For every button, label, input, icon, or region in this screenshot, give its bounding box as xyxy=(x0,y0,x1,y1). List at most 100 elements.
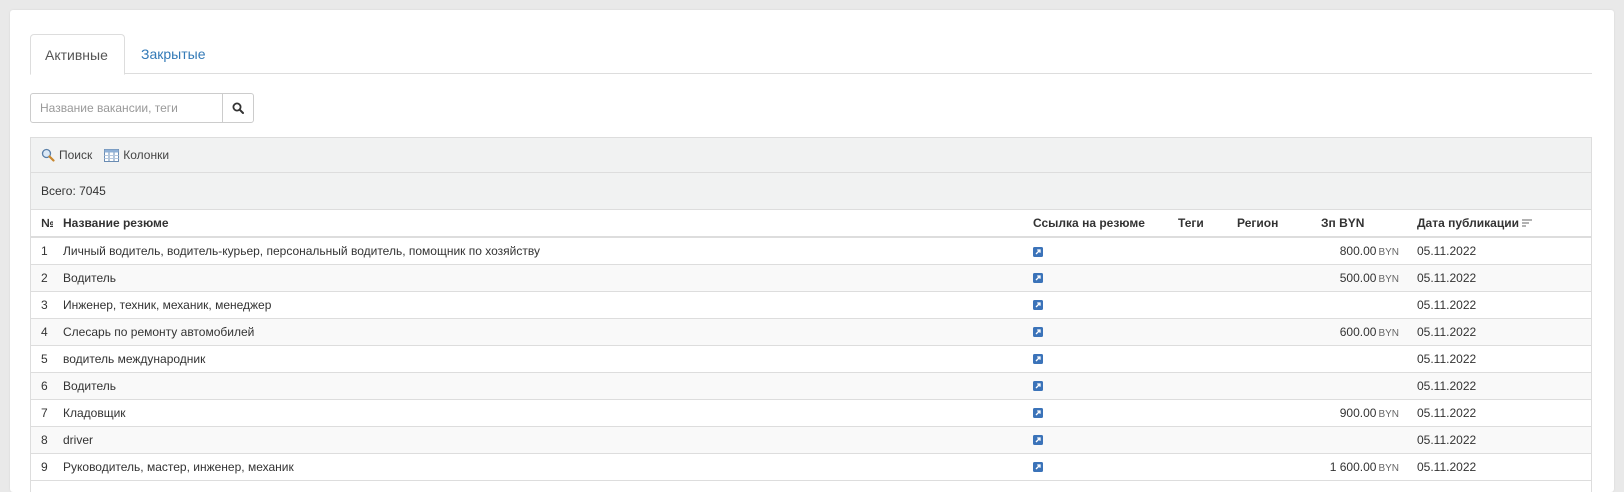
toolbar-columns-label: Колонки xyxy=(123,148,170,162)
tabs-bar: Активные Закрытые xyxy=(30,34,1592,75)
row-region xyxy=(1227,372,1311,400)
row-region xyxy=(1227,264,1311,292)
row-link-cell xyxy=(1023,426,1168,454)
external-link-icon[interactable] xyxy=(1033,273,1043,284)
row-title: driver xyxy=(53,426,1023,454)
row-currency: BYN xyxy=(1378,408,1399,420)
row-salary: 600.00 BYN xyxy=(1311,318,1407,346)
row-tags xyxy=(1168,264,1227,292)
table-row[interactable]: 6 Водитель 05.11.2022 xyxy=(31,372,1591,400)
row-tags xyxy=(1168,345,1227,373)
row-num: 8 xyxy=(31,426,53,454)
row-date: 05.11.2022 xyxy=(1407,426,1591,454)
external-link-icon[interactable] xyxy=(1033,381,1043,392)
row-salary: 1 600.00 BYN xyxy=(1311,453,1407,481)
row-link-cell xyxy=(1023,264,1168,292)
tab-closed[interactable]: Закрытые xyxy=(127,34,219,75)
col-header-num[interactable]: № xyxy=(31,210,53,238)
row-currency: BYN xyxy=(1378,246,1399,258)
table-header-row: № Название резюме Ссылка на резюме Теги … xyxy=(31,210,1591,238)
row-link-cell xyxy=(1023,372,1168,400)
external-link-icon[interactable] xyxy=(1033,327,1043,338)
sort-desc-icon[interactable] xyxy=(1521,219,1532,228)
row-num: 1 xyxy=(31,237,53,265)
row-title: Инженер, техник, механик, менеджер xyxy=(53,291,1023,319)
col-header-salary[interactable]: Зп BYN xyxy=(1311,210,1407,238)
row-currency: BYN xyxy=(1378,462,1399,474)
row-link-cell xyxy=(1023,237,1168,265)
columns-icon xyxy=(104,148,120,162)
row-title: Слесарь по ремонту автомобилей xyxy=(53,318,1023,346)
row-num: 2 xyxy=(31,264,53,292)
row-salary xyxy=(1311,372,1407,400)
search-input[interactable] xyxy=(30,93,223,123)
table-row[interactable]: 4 Слесарь по ремонту автомобилей 600.00 B… xyxy=(31,318,1591,346)
row-num: 7 xyxy=(31,399,53,427)
table-row[interactable]: 1 Личный водитель, водитель-курьер, перс… xyxy=(31,237,1591,265)
search-icon xyxy=(232,102,244,114)
resume-table: № Название резюме Ссылка на резюме Теги … xyxy=(31,210,1591,481)
row-title: Водитель xyxy=(53,372,1023,400)
row-link-cell xyxy=(1023,453,1168,481)
row-title: водитель международник xyxy=(53,345,1023,373)
external-link-icon[interactable] xyxy=(1033,246,1043,257)
row-region xyxy=(1227,237,1311,265)
main-panel: Активные Закрытые Поиск xyxy=(10,10,1614,492)
row-salary: 900.00 BYN xyxy=(1311,399,1407,427)
row-num: 3 xyxy=(31,291,53,319)
external-link-icon[interactable] xyxy=(1033,354,1043,365)
row-salary-value: 900.00 xyxy=(1339,405,1377,420)
row-date: 05.11.2022 xyxy=(1407,264,1591,292)
row-title: Водитель xyxy=(53,264,1023,292)
row-link-cell xyxy=(1023,291,1168,319)
table-row[interactable]: 8 driver 05.11.2022 xyxy=(31,426,1591,454)
row-region xyxy=(1227,318,1311,346)
table-row[interactable]: 2 Водитель 500.00 BYN 05.11.2022 xyxy=(31,264,1591,292)
row-tags xyxy=(1168,291,1227,319)
row-tags xyxy=(1168,318,1227,346)
row-salary-value: 1 600.00 xyxy=(1329,459,1377,474)
toolbar-columns-button[interactable]: Колонки xyxy=(104,148,169,162)
toolbar-search-button[interactable]: Поиск xyxy=(41,148,92,162)
row-date: 05.11.2022 xyxy=(1407,345,1591,373)
row-salary xyxy=(1311,345,1407,373)
tab-active[interactable]: Активные xyxy=(30,34,125,75)
row-salary: 800.00 BYN xyxy=(1311,237,1407,265)
row-region xyxy=(1227,426,1311,454)
row-date: 05.11.2022 xyxy=(1407,318,1591,346)
row-tags xyxy=(1168,237,1227,265)
external-link-icon[interactable] xyxy=(1033,300,1043,311)
col-header-region[interactable]: Регион xyxy=(1227,210,1311,238)
row-link-cell xyxy=(1023,318,1168,346)
row-num: 4 xyxy=(31,318,53,346)
row-tags xyxy=(1168,372,1227,400)
row-title: Кладовщик xyxy=(53,399,1023,427)
row-currency: BYN xyxy=(1378,273,1399,285)
row-region xyxy=(1227,399,1311,427)
table-row[interactable]: 7 Кладовщик 900.00 BYN 05.11.2022 xyxy=(31,399,1591,427)
search-button[interactable] xyxy=(222,93,254,123)
row-region xyxy=(1227,345,1311,373)
row-currency: BYN xyxy=(1378,327,1399,339)
col-header-tags[interactable]: Теги xyxy=(1168,210,1227,238)
external-link-icon[interactable] xyxy=(1033,462,1043,473)
col-header-title[interactable]: Название резюме xyxy=(53,210,1023,238)
row-salary xyxy=(1311,426,1407,454)
table-row[interactable]: 3 Инженер, техник, механик, менеджер 05.… xyxy=(31,291,1591,319)
table-row[interactable]: 5 водитель международник 05.11.2022 xyxy=(31,345,1591,373)
row-date: 05.11.2022 xyxy=(1407,237,1591,265)
row-link-cell xyxy=(1023,345,1168,373)
row-num: 9 xyxy=(31,453,53,481)
row-date: 05.11.2022 xyxy=(1407,291,1591,319)
row-date: 05.11.2022 xyxy=(1407,372,1591,400)
row-tags xyxy=(1168,453,1227,481)
col-header-link[interactable]: Ссылка на резюме xyxy=(1023,210,1168,238)
row-salary-value: 500.00 xyxy=(1339,270,1377,285)
row-tags xyxy=(1168,399,1227,427)
external-link-icon[interactable] xyxy=(1033,408,1043,419)
total-summary: Всего: 7045 xyxy=(31,173,1591,210)
col-header-date-label: Дата публикации xyxy=(1417,216,1519,230)
table-row[interactable]: 9 Руководитель, мастер, инженер, механик… xyxy=(31,453,1591,481)
col-header-date[interactable]: Дата публикации xyxy=(1407,210,1591,238)
external-link-icon[interactable] xyxy=(1033,435,1043,446)
